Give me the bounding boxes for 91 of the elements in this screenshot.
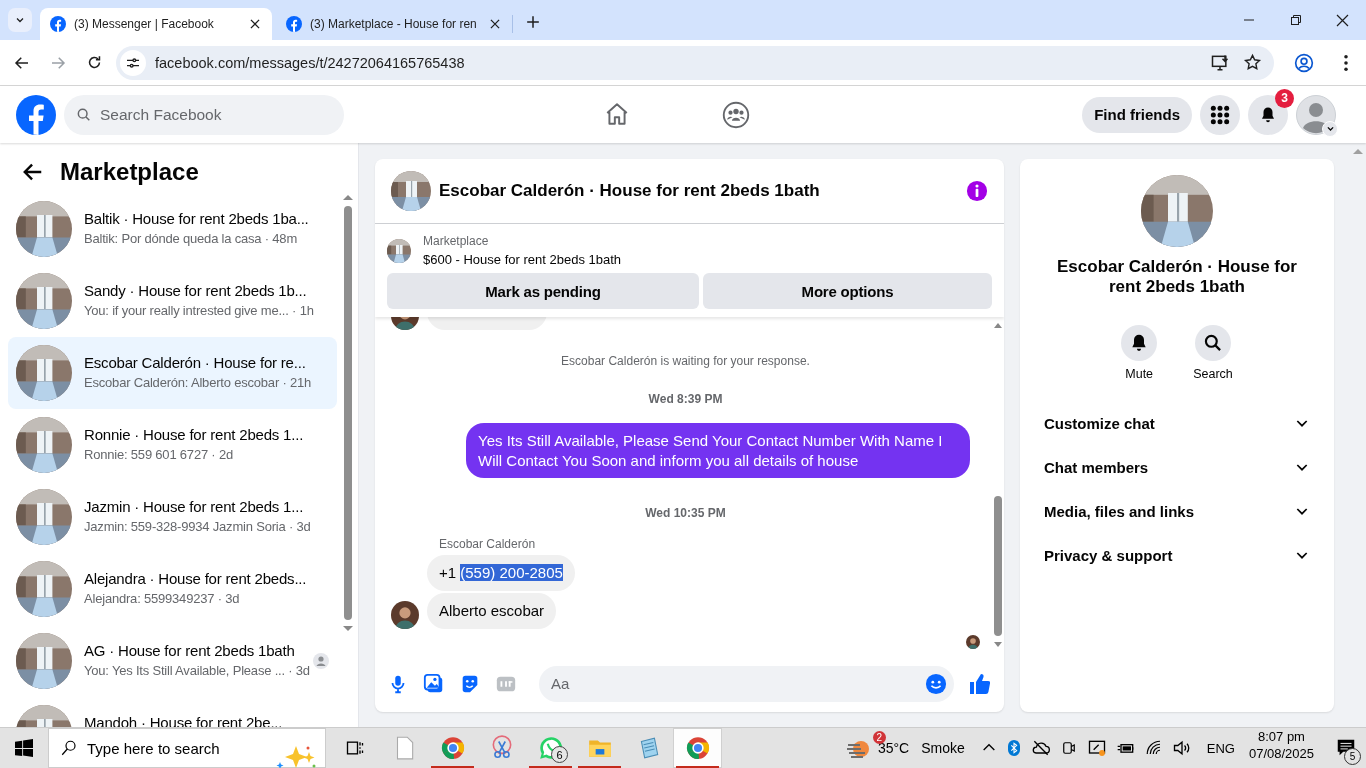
more-vertical-icon [1344,54,1348,71]
logo-icon[interactable] [50,16,66,32]
search-field[interactable]: Search Facebook [64,94,344,135]
conversation-item[interactable]: Alejandra · House for rent 2beds... Alejandra: 5599349237 · 3d [8,553,337,625]
language-indicator[interactable]: ENG [1206,740,1235,756]
notification-badge: 3 [1275,88,1294,108]
message-bubble: Yes Its Still Available, Please Send Your Contact Number With Name I Will Contact You Soon and inform you all details of house [466,423,970,478]
sender-name: Escobar Calderón [439,537,537,551]
section-row[interactable]: Privacy & support [1028,533,1326,577]
close-icon [1336,13,1349,27]
conversation-title: Jazmin · House for rent 2beds 1... [84,498,305,515]
conversation-item[interactable]: Escobar Calderón · House for re... Escobar Calderón: Alberto escobar · 21h [8,337,337,409]
message-preview: You: Yes Its Still Available, Please ... · 3d [84,663,310,678]
back-button[interactable] [22,161,44,183]
speaker-icon[interactable] [1171,738,1192,758]
wifi-icon[interactable] [1144,739,1163,757]
taskbar-app[interactable]: 6 [526,728,575,768]
conversation-item[interactable]: Ronnie · House for rent 2beds 1... Ronnie: 559 601 6727 · 2d [8,409,337,481]
grid-icon [1210,104,1230,125]
search-field[interactable]: Type here to search [48,728,326,768]
message-preview: Alejandra: 5599349237 · 3d [84,591,241,606]
conversation-title: Escobar Calderón · House for re... [84,354,307,371]
conversation-title: Ronnie · House for rent 2beds 1... [84,426,304,443]
chrome-icon [439,735,466,761]
app-badge: 6 [551,746,568,763]
conversation-title: Baltik · House for rent 2beds 1ba... [84,210,309,227]
conversation-title: AG · House for rent 2beds 1bath [84,642,296,659]
section-row[interactable]: Media, files and links [1028,489,1326,533]
message-preview: Jazmin: 559-328-9934 Jazmin Soria · 3d [84,519,311,534]
contact-name: Escobar Calderón · House for rent 2beds 1bath [1057,257,1297,297]
search-icon [60,739,78,757]
message-bubble: +1 (559) 200-2805 [427,555,575,591]
section-row[interactable]: Customize chat [1028,401,1326,445]
action-button[interactable]: Mark as pending [387,273,699,309]
conversation-title: Alejandra · House for rent 2beds... [84,570,307,587]
page-title: Marketplace [60,158,199,186]
find-friends-button[interactable]: Find friends [1082,96,1192,133]
close-icon[interactable] [488,17,502,31]
groups-icon[interactable] [722,100,750,129]
conversation-item[interactable]: Baltik · House for rent 2beds 1ba... Baltik: Por dónde queda la casa · 48m [8,193,337,265]
profile-icon [1294,52,1314,73]
conversation-item[interactable]: AG · House for rent 2beds 1bath You: Yes Its Still Available, Please ... · 3d [8,625,337,697]
message-preview: Escobar Calderón: Alberto escobar · 21h [84,375,312,390]
message-preview: Ronnie: 559 601 6727 · 2d [84,447,234,462]
status-text: Escobar Calderón is waiting for your response. [560,354,811,368]
browser-tab[interactable]: (3) Marketplace - House for ren [276,8,512,40]
thumbs-up-icon[interactable] [968,671,992,696]
windows-icon [15,739,33,757]
bell-icon [1259,105,1277,124]
clock[interactable]: 8:07 pm 07/08/2025 [1248,728,1314,768]
taskbar-app[interactable] [673,728,722,768]
conversation-title: Sandy · House for rent 2beds 1b... [84,282,308,299]
seen-avatar-icon [313,653,329,669]
listing-title: $600 - House for rent 2beds 1bath [423,252,622,267]
url-text: facebook.com/messages/t/24272064165765438 [155,54,466,71]
message-field[interactable]: Aa [539,665,954,702]
timestamp: Wed 10:35 PM [644,506,727,520]
chevron-down-icon [1325,124,1335,133]
listing-label: Marketplace [423,234,490,248]
address-bar[interactable]: facebook.com/messages/t/24272064165765438 [116,45,1274,80]
message-preview: Baltik: Por dónde queda la casa · 48m [84,231,298,246]
search-icon [1203,333,1223,353]
search-icon [76,106,92,123]
message-preview: You: if your really intrested give me... · 1h [84,303,314,318]
notification-center-button[interactable]: 5 [1326,728,1366,768]
back-arrow-icon [22,161,44,183]
conversation-item[interactable]: Jazmin · House for rent 2beds 1... Jazmin: 559-328-9934 Jazmin Soria · 3d [8,481,337,553]
notifications-button[interactable] [1248,94,1288,135]
chat-title: Escobar Calderón · House for rent 2beds 1bath [439,181,821,201]
bluetooth-icon[interactable] [1005,740,1022,756]
screen-icon[interactable] [1086,738,1107,758]
restore-icon [1289,14,1302,26]
browser-tab[interactable]: (3) Messenger | Facebook [40,8,272,40]
timestamp: Wed 8:39 PM [647,392,724,406]
action-button[interactable]: More options [703,273,992,309]
weather-badge: 2 [872,731,886,744]
account-button[interactable] [1296,94,1336,135]
emoji-icon[interactable] [925,672,947,695]
message-bubble: Alberto escobar [427,593,557,629]
chrome-icon [684,735,711,761]
section-row[interactable]: Chat members [1028,445,1326,489]
logo-icon[interactable] [16,94,56,135]
image-icon[interactable] [423,672,445,695]
cloud-off-icon[interactable] [1030,738,1051,758]
close-icon[interactable] [248,17,262,31]
menu-button[interactable] [1200,94,1240,135]
logo-icon[interactable] [286,16,302,32]
weather-text: Smoke [921,740,965,756]
star-icon [1242,53,1262,72]
info-icon[interactable] [966,180,988,202]
conversation-item[interactable]: Sandy · House for rent 2beds 1b... You: if your really intrested give me... · 1h [8,265,337,337]
